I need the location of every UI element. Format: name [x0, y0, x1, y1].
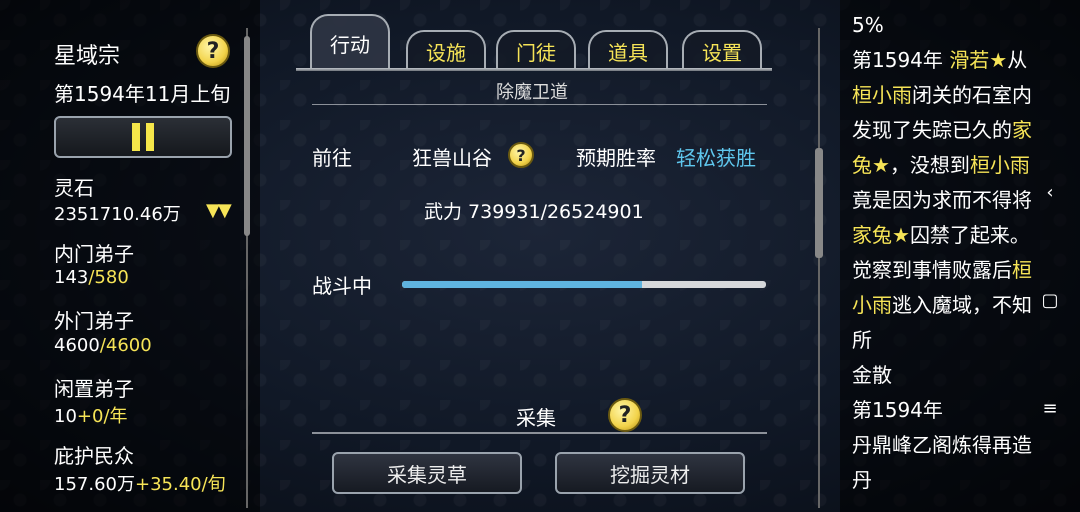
section-title: 除魔卫道 — [496, 82, 568, 103]
collect-title: 采集 — [516, 406, 556, 430]
idle-disciple-value: 10+0/年 — [54, 406, 128, 427]
idle-disciple-label: 闲置弟子 — [54, 377, 134, 401]
destination-name[interactable]: 狂兽山谷 — [412, 142, 492, 171]
log-percent: 5% — [852, 13, 884, 37]
outer-disciple-value: 4600/4600 — [54, 335, 152, 356]
battle-progress-bar — [402, 281, 766, 288]
log-entry: 第1594年 丹鼎峰乙阁炼得再造丹 — [852, 398, 1032, 492]
tab-settings[interactable]: 设置 — [682, 30, 762, 70]
section-divider — [312, 104, 767, 105]
spirit-stone-label: 灵石 — [54, 176, 94, 200]
tab-items[interactable]: 道具 — [588, 30, 668, 70]
help-icon[interactable]: ? — [196, 34, 230, 68]
menu-icon[interactable]: ≡ — [1038, 354, 1062, 462]
force-value: 武力 739931/26524901 — [424, 201, 644, 223]
log-entry: 金散 — [852, 363, 892, 387]
battle-progress-fill — [402, 281, 643, 288]
outer-disciple-label: 外门弟子 — [54, 309, 134, 333]
pause-button[interactable] — [54, 116, 232, 158]
left-scrollbar[interactable] — [244, 28, 250, 508]
collect-divider — [312, 432, 767, 434]
pause-bar-icon — [132, 123, 140, 151]
system-nav: ‹ ▢ ≡ — [1038, 138, 1062, 462]
protected-people-value: 157.60万+35.40/旬 — [54, 474, 226, 495]
spirit-stone-value: 2351710.46万 — [54, 204, 181, 225]
fighting-label: 战斗中 — [312, 274, 372, 298]
event-log: 5% 第1594年 滑若★从桓小雨闭关的石室内发现了失踪已久的家兔★，没想到桓小… — [852, 8, 1042, 498]
pause-bar-icon — [146, 123, 154, 151]
game-date: 第1594年11月上旬 — [54, 82, 231, 106]
win-rate-label: 预期胜率 — [576, 146, 656, 170]
protected-people-label: 庇护民众 — [54, 444, 134, 468]
go-label: 前往 — [312, 146, 352, 170]
log-entry: 第1594年 滑若★从桓小雨闭关的石室内发现了失踪已久的家兔★，没想到桓小雨竟是… — [852, 48, 1032, 352]
tab-disciples[interactable]: 门徒 — [496, 30, 576, 70]
home-icon[interactable]: ▢ — [1038, 246, 1062, 354]
inner-disciple-value: 143/580 — [54, 267, 129, 288]
main-panel: 行动 设施 门徒 道具 设置 除魔卫道 前往 狂兽山谷 ? 预期胜率 轻松获胜 … — [296, 0, 776, 512]
win-rate-value: 轻松获胜 — [676, 146, 756, 170]
help-icon[interactable]: ? — [508, 142, 534, 168]
back-icon[interactable]: ‹ — [1038, 138, 1062, 246]
center-scrollbar[interactable] — [815, 28, 823, 508]
collect-herb-button[interactable]: 采集灵草 — [332, 452, 522, 494]
dig-material-button[interactable]: 挖掘灵材 — [555, 452, 745, 494]
sect-name: 星域宗 — [54, 44, 121, 69]
sect-status-panel: 星域宗 ? 第1594年11月上旬 灵石 2351710.46万 ▼▼ 内门弟子… — [0, 0, 260, 512]
inner-disciple-label: 内门弟子 — [54, 242, 134, 266]
tab-divider — [296, 68, 772, 71]
help-icon[interactable]: ? — [608, 398, 642, 432]
tab-action[interactable]: 行动 — [310, 14, 390, 70]
decrease-triangle-icon: ▼▼ — [206, 200, 232, 221]
tab-facilities[interactable]: 设施 — [406, 30, 486, 70]
